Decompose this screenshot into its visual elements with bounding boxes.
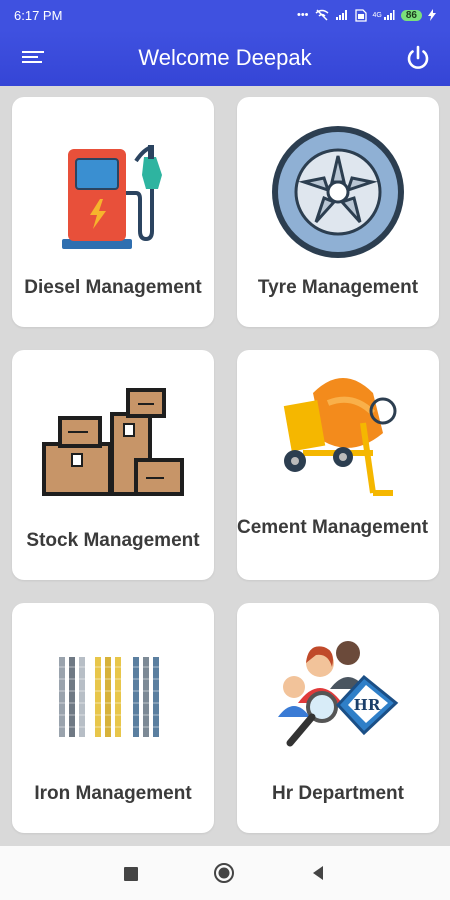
signal-4g-icon: 4G <box>373 9 395 21</box>
iron-rods-icon <box>57 657 161 737</box>
tile-stock-management[interactable]: Stock Management <box>12 350 214 580</box>
page-title: Welcome Deepak <box>138 45 312 70</box>
tile-cement-management[interactable]: Cement Management <box>237 350 439 580</box>
dots-icon: ••• <box>296 9 309 21</box>
tile-label: Hr Department <box>272 783 404 804</box>
status-icons: ••• 4G 86 <box>296 8 436 22</box>
hr-icon: HR <box>278 641 399 747</box>
charging-icon <box>428 9 436 21</box>
tile-label: Cement Management <box>237 517 429 538</box>
tile-label: Tyre Management <box>257 277 419 298</box>
tile-label: Iron Management <box>34 783 192 804</box>
back-icon[interactable] <box>307 862 329 884</box>
wifi-off-icon <box>315 9 329 21</box>
module-grid: Diesel Management Tyre Management Stock … <box>0 86 450 846</box>
battery-badge: 86 <box>400 9 422 21</box>
signal-icon <box>335 10 347 20</box>
tile-diesel-management[interactable]: Diesel Management <box>12 97 214 327</box>
recents-icon[interactable] <box>124 867 138 881</box>
power-icon[interactable] <box>404 44 432 72</box>
cement-mixer-icon <box>283 378 397 496</box>
tile-label: Stock Management <box>26 530 200 551</box>
fuel-pump-icon <box>62 145 162 249</box>
tyre-icon <box>272 126 404 258</box>
system-nav-bar <box>0 846 450 900</box>
app-bar: Welcome Deepak <box>0 30 450 86</box>
status-bar: 6:17 PM ••• 4G 86 <box>0 0 450 30</box>
tile-tyre-management[interactable]: Tyre Management <box>237 97 439 327</box>
home-icon[interactable] <box>213 862 235 884</box>
svg-text:HR: HR <box>354 696 381 714</box>
tile-label: Diesel Management <box>24 277 202 298</box>
boxes-icon <box>42 388 184 496</box>
status-time: 6:17 PM <box>14 7 63 23</box>
tile-hr-department[interactable]: HR Hr Department <box>237 603 439 833</box>
sim-icon <box>354 8 367 22</box>
tile-iron-management[interactable]: Iron Management <box>12 603 214 833</box>
